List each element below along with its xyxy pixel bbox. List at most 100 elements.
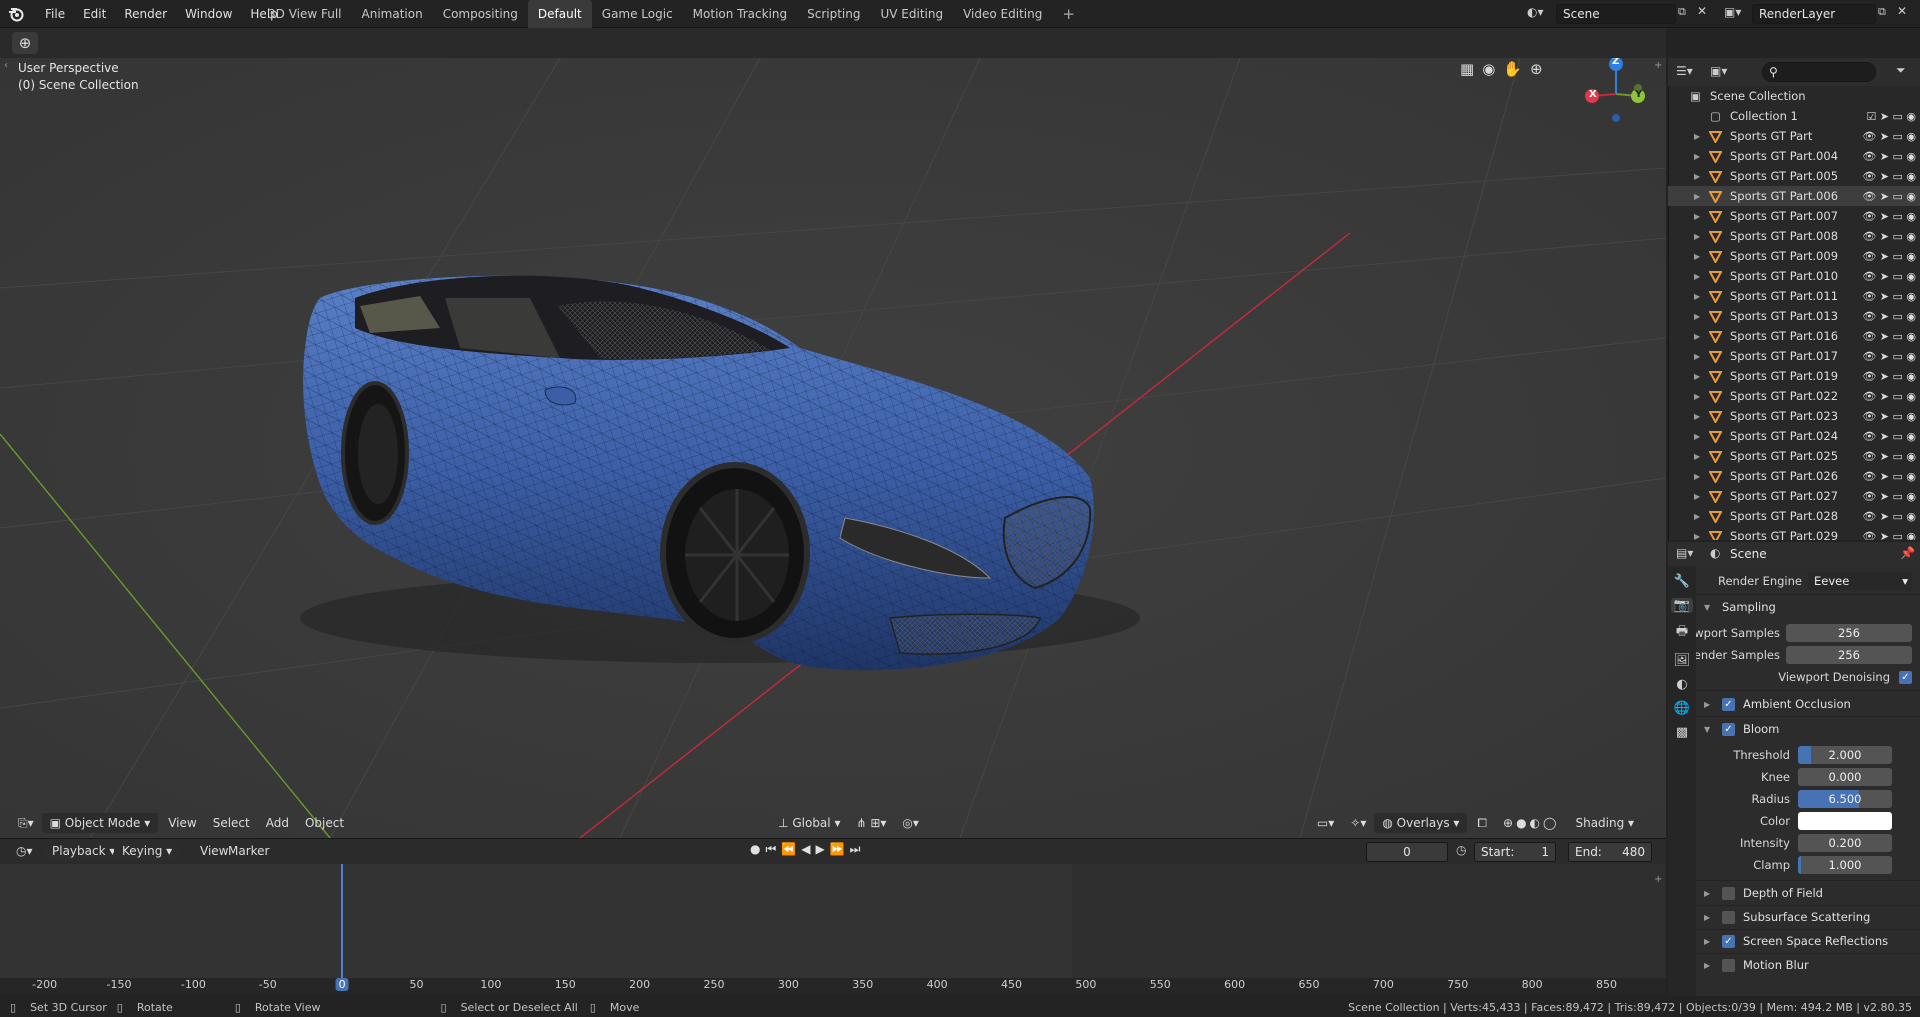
expand-arrow-icon[interactable]: ▶ (1694, 192, 1700, 201)
outliner-editor-icon[interactable]: ☰▾ (1676, 64, 1693, 78)
depth-of-field-checkbox[interactable] (1722, 886, 1735, 900)
expand-arrow-icon[interactable]: ▶ (1694, 232, 1700, 241)
keying-menu[interactable]: Keying ▾ (114, 841, 181, 861)
visibility-toggles[interactable]: 👁 ➤ ▭ ◉ (1862, 210, 1916, 223)
texture-tab-icon[interactable]: ▩ (1676, 725, 1688, 740)
bloom-color-swatch[interactable] (1798, 812, 1892, 830)
expand-arrow-icon[interactable]: ▶ (1694, 472, 1700, 481)
threshold-slider[interactable]: 2.000 (1798, 746, 1892, 764)
outliner-item[interactable]: ▶ Sports GT Part.013 👁 ➤ ▭ ◉ (1668, 306, 1920, 326)
close-view-layer-icon[interactable]: ✕ (1897, 4, 1907, 18)
view-layer-field[interactable]: RenderLayer (1752, 4, 1876, 24)
proportional-edit-icon[interactable]: ◎▾ (894, 813, 927, 833)
expand-arrow-icon[interactable]: ▶ (1694, 252, 1700, 261)
tab-default[interactable]: Default (527, 0, 592, 28)
viewport-denoising-checkbox[interactable]: ✓ (1899, 670, 1912, 684)
expand-arrow-icon[interactable]: ▶ (1694, 272, 1700, 281)
expand-arrow-icon[interactable]: ▶ (1694, 372, 1700, 381)
visibility-toggles[interactable]: 👁 ➤ ▭ ◉ (1862, 390, 1916, 403)
play-icon[interactable]: ▶ (815, 842, 824, 857)
pan-hand-icon[interactable]: ✋ (1503, 60, 1522, 78)
clamp-slider[interactable]: 1.000 (1798, 856, 1892, 874)
snap-icon[interactable]: ⋔ ⊞▾ (848, 813, 894, 833)
expand-arrow-icon[interactable]: ▶ (1694, 532, 1700, 541)
visibility-toggles[interactable]: 👁 ➤ ▭ ◉ (1862, 290, 1916, 303)
tab-scripting[interactable]: Scripting (797, 0, 870, 28)
outliner-collection[interactable]: ▢ Collection 1 ☑ ➤ ▭ ◉ (1668, 106, 1920, 126)
viewport-samples-field[interactable]: 256 (1786, 624, 1912, 642)
end-frame-field[interactable]: End: 480 (1568, 842, 1652, 862)
start-frame-field[interactable]: Start: 1 (1474, 842, 1556, 862)
knee-slider[interactable]: 0.000 (1798, 768, 1892, 786)
outliner-item[interactable]: ▶ Sports GT Part.024 👁 ➤ ▭ ◉ (1668, 426, 1920, 446)
blender-logo-icon[interactable] (8, 6, 25, 22)
new-scene-icon[interactable]: ⧉ (1678, 5, 1686, 19)
visibility-toggles[interactable]: 👁 ➤ ▭ ◉ (1862, 270, 1916, 283)
outliner-item[interactable]: ▶ Sports GT Part.029 👁 ➤ ▭ ◉ (1668, 526, 1920, 540)
expand-arrow-icon[interactable]: ▶ (1694, 512, 1700, 521)
outliner-item[interactable]: ▶ Sports GT Part.009 👁 ➤ ▭ ◉ (1668, 246, 1920, 266)
mode-select[interactable]: ▣ Object Mode ▾ (41, 813, 159, 833)
display-mode-icon[interactable]: ▣▾ (1710, 64, 1727, 78)
tool-tab-icon[interactable]: 🔧 (1674, 574, 1690, 589)
menu-view[interactable]: View (160, 813, 204, 833)
visibility-toggles[interactable]: 👁 ➤ ▭ ◉ (1862, 430, 1916, 443)
timeline-menu-marker[interactable]: Marker (220, 841, 277, 861)
xray-icon[interactable]: ⧠ (1469, 813, 1495, 833)
play-reverse-icon[interactable]: ◀ (801, 842, 810, 857)
outliner-item[interactable]: ▶ Sports GT Part.016 👁 ➤ ▭ ◉ (1668, 326, 1920, 346)
active-tool-icon[interactable]: ⊕ (12, 32, 38, 54)
visibility-toggles[interactable]: 👁 ➤ ▭ ◉ (1862, 150, 1916, 163)
zoom-icon[interactable]: ⊕ (1530, 60, 1543, 78)
shading-modes-icon[interactable]: ⊕●◐◯ (1495, 813, 1567, 833)
expand-arrow-icon[interactable]: ▶ (1694, 452, 1700, 461)
camera-icon[interactable]: ◉ (1482, 60, 1495, 78)
expand-arrow-icon[interactable]: ▶ (1694, 172, 1700, 181)
render-samples-field[interactable]: 256 (1786, 646, 1912, 664)
new-view-layer-icon[interactable]: ⧉ (1878, 5, 1886, 19)
add-workspace-button[interactable]: + (1052, 0, 1085, 28)
motion-blur-header[interactable]: ▶ Motion Blur (1696, 954, 1920, 976)
visibility-toggles[interactable]: 👁 ➤ ▭ ◉ (1862, 190, 1916, 203)
world-tab-icon[interactable]: 🌐 (1674, 701, 1690, 716)
expand-arrow-icon[interactable]: ▶ (1694, 412, 1700, 421)
menu-edit[interactable]: Edit (74, 7, 115, 21)
properties-editor-icon[interactable]: ▤▾ (1676, 546, 1693, 560)
orientation-select[interactable]: ⊥ Global ▾ (770, 813, 848, 833)
ambient-occlusion-checkbox[interactable]: ✓ (1722, 697, 1735, 711)
tab-compositing[interactable]: Compositing (433, 0, 528, 28)
view-object-types-icon[interactable]: ▭▾ (1309, 813, 1342, 833)
filter-icon[interactable]: ⏷ (1896, 63, 1906, 78)
outliner-item[interactable]: ▶ Sports GT Part.008 👁 ➤ ▭ ◉ (1668, 226, 1920, 246)
view-layer-tab-icon[interactable]: 🖼 (1674, 653, 1691, 668)
current-frame-field[interactable]: 0 (1366, 842, 1448, 862)
toolbar-expand-icon[interactable]: ‹ (4, 60, 8, 71)
sampling-panel-header[interactable]: ▼ Sampling (1696, 596, 1920, 618)
expand-arrow-icon[interactable]: ▶ (1694, 432, 1700, 441)
outliner-item[interactable]: ▶ Sports GT Part.011 👁 ➤ ▭ ◉ (1668, 286, 1920, 306)
grid-toggle-icon[interactable]: ▦ (1460, 60, 1474, 78)
visibility-toggles[interactable]: 👁 ➤ ▭ ◉ (1862, 330, 1916, 343)
outliner-item[interactable]: ▶ Sports GT Part.007 👁 ➤ ▭ ◉ (1668, 206, 1920, 226)
tab-motion-tracking[interactable]: Motion Tracking (683, 0, 797, 28)
outliner-item[interactable]: ▶ Sports GT Part.019 👁 ➤ ▭ ◉ (1668, 366, 1920, 386)
frame-ruler[interactable]: -200 -150 -100 -50 0 50 100 150 200 250 300 350 400 4… (0, 978, 1666, 994)
expand-arrow-icon[interactable]: ▶ (1694, 152, 1700, 161)
timeline-area[interactable]: + (0, 864, 1666, 994)
visibility-toggles[interactable]: 👁 ➤ ▭ ◉ (1862, 130, 1916, 143)
outliner-root[interactable]: ▣ Scene Collection (1668, 86, 1920, 106)
subsurface-scattering-header[interactable]: ▶ Subsurface Scattering (1696, 906, 1920, 928)
playhead-line[interactable] (341, 864, 344, 978)
jump-end-icon[interactable]: ⏭ (850, 842, 861, 857)
depth-of-field-header[interactable]: ▶ Depth of Field (1696, 882, 1920, 904)
output-tab-icon[interactable]: 🖶 (1676, 622, 1688, 644)
expand-arrow-icon[interactable]: ▶ (1694, 352, 1700, 361)
outliner-item[interactable]: ▶ Sports GT Part 👁 ➤ ▭ ◉ (1668, 126, 1920, 146)
menu-file[interactable]: File (36, 7, 74, 21)
gizmo-toggle-icon[interactable]: ✧▾ (1342, 813, 1374, 833)
outliner-item[interactable]: ▶ Sports GT Part.023 👁 ➤ ▭ ◉ (1668, 406, 1920, 426)
scene-icon[interactable]: ◐▾ (1527, 5, 1544, 19)
tab-3d-view-full[interactable]: 3D View Full (258, 0, 352, 28)
outliner-item[interactable]: ▶ Sports GT Part.010 👁 ➤ ▭ ◉ (1668, 266, 1920, 286)
collection-toggles[interactable]: ☑ ➤ ▭ ◉ (1866, 110, 1916, 123)
